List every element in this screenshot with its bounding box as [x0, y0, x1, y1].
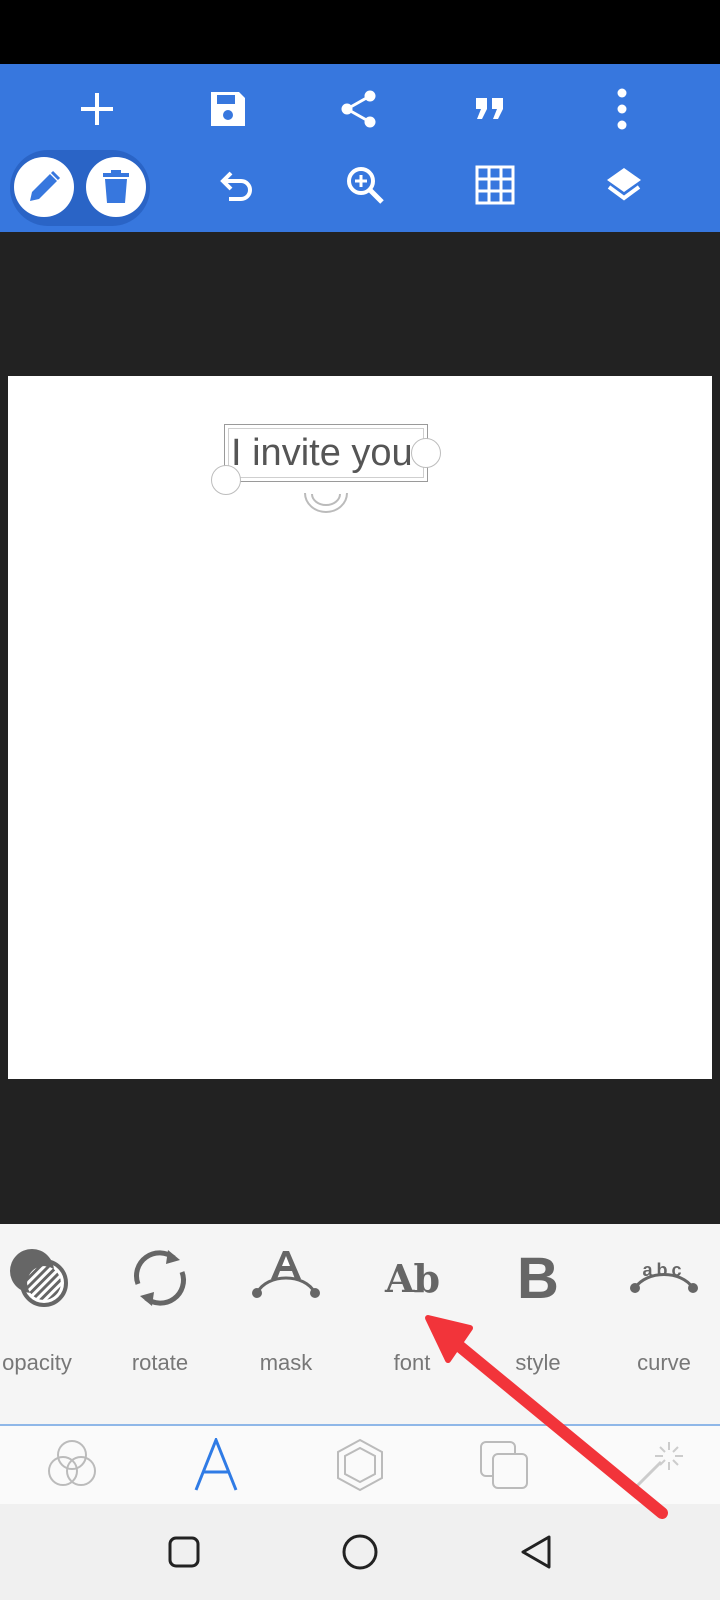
tool-opacity[interactable]: opacity	[0, 1238, 92, 1388]
rotate-icon	[134, 1250, 186, 1306]
tool-label: font	[393, 1350, 431, 1375]
trash-icon	[103, 170, 129, 203]
resize-handle-right[interactable]	[411, 438, 441, 468]
triangle-back-icon	[521, 1535, 551, 1569]
top-toolbar	[0, 64, 720, 232]
layers-button[interactable]	[594, 155, 654, 215]
tool-curve[interactable]: abc curve	[609, 1238, 719, 1388]
tool-mask[interactable]: mask	[231, 1238, 341, 1388]
tool-label: style	[515, 1350, 561, 1375]
undo-button[interactable]	[207, 155, 267, 215]
quote-icon	[476, 98, 503, 119]
magic-wand-icon	[633, 1442, 683, 1490]
grid-button[interactable]	[465, 155, 525, 215]
edit-delete-group	[10, 150, 150, 226]
tab-effects[interactable]	[618, 1432, 698, 1498]
tool-label: mask	[259, 1350, 313, 1375]
text-layer[interactable]: I invite you	[224, 424, 428, 482]
opacity-icon	[10, 1249, 68, 1307]
pencil-icon	[30, 170, 61, 201]
undo-icon	[220, 171, 252, 201]
tool-label: curve	[637, 1350, 691, 1375]
mask-icon	[252, 1251, 320, 1298]
delete-button[interactable]	[86, 157, 146, 217]
tool-style[interactable]: B style	[483, 1238, 593, 1388]
square-icon	[168, 1536, 200, 1568]
system-navigation-bar	[0, 1504, 720, 1600]
text-layer-content: I invite you	[231, 432, 413, 474]
hexagon-icon	[337, 1438, 383, 1492]
save-icon	[211, 92, 245, 126]
text-a-icon	[194, 1438, 238, 1491]
recent-apps-button[interactable]	[154, 1522, 214, 1582]
more-vertical-icon	[617, 88, 627, 130]
tool-label: opacity	[2, 1350, 72, 1375]
share-button[interactable]	[329, 79, 389, 139]
zoom-button[interactable]	[335, 155, 395, 215]
status-bar	[0, 0, 720, 64]
tab-shape[interactable]	[320, 1432, 400, 1498]
share-icon	[341, 90, 376, 128]
blend-circles-icon	[48, 1440, 96, 1486]
category-tabs	[0, 1426, 720, 1504]
grid-icon	[475, 165, 515, 205]
quote-button[interactable]	[460, 79, 520, 139]
curve-icon: abc	[630, 1260, 698, 1293]
more-options-button[interactable]	[592, 79, 652, 139]
tool-label: rotate	[131, 1350, 189, 1375]
tab-layer[interactable]	[464, 1432, 544, 1498]
save-button[interactable]	[198, 79, 258, 139]
tool-font[interactable]: Ab font	[357, 1238, 467, 1388]
tool-rotate[interactable]: rotate	[105, 1238, 215, 1388]
layer-squares-icon	[480, 1441, 528, 1489]
font-icon: Ab	[384, 1255, 440, 1301]
bold-icon: B	[517, 1245, 559, 1311]
edit-button[interactable]	[14, 157, 74, 217]
resize-handle-left[interactable]	[211, 465, 241, 495]
plus-icon	[81, 93, 113, 125]
layers-icon	[607, 168, 641, 201]
circle-icon	[342, 1534, 378, 1570]
back-button[interactable]	[506, 1522, 566, 1582]
rotate-handle[interactable]	[302, 490, 350, 516]
zoom-in-icon	[347, 167, 384, 204]
tool-panel: opacity rotate mask Ab font B style abc …	[0, 1224, 720, 1424]
tab-text[interactable]	[176, 1432, 256, 1498]
home-button[interactable]	[330, 1522, 390, 1582]
tab-blend[interactable]	[32, 1432, 112, 1498]
add-button[interactable]	[67, 79, 127, 139]
